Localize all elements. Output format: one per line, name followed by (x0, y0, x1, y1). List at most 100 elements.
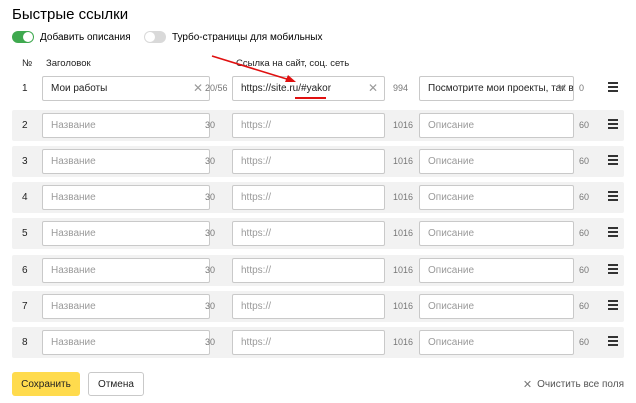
description-input[interactable]: Описание (419, 330, 574, 355)
description-placeholder: Описание (428, 337, 475, 348)
table-row: 1 Мои работы ✕ 20/56 https://site.ru/#ya… (12, 73, 624, 104)
drag-handle-icon[interactable] (608, 227, 618, 239)
description-placeholder: Описание (428, 156, 475, 167)
description-counter: 0 (579, 83, 585, 93)
drag-handle-icon[interactable] (608, 119, 618, 131)
title-input[interactable]: Название (42, 330, 210, 355)
link-input[interactable]: https:// (232, 258, 385, 283)
table-row: 8 Название 30 https:// 1016 Описание 60 (12, 327, 624, 358)
table-row: 5 Название 30 https:// 1016 Описание 60 (12, 218, 624, 249)
cancel-button[interactable]: Отмена (88, 372, 144, 396)
title-counter: 30 (205, 337, 216, 347)
close-icon: ✕ (522, 379, 533, 391)
toggle-descriptions[interactable]: Добавить описания (12, 31, 131, 43)
row-number: 3 (22, 156, 28, 167)
description-placeholder: Описание (428, 265, 475, 276)
title-placeholder: Название (51, 192, 96, 203)
description-placeholder: Описание (428, 228, 475, 239)
link-counter: 1016 (393, 228, 414, 238)
title-input[interactable]: Название (42, 221, 210, 246)
title-counter: 30 (205, 156, 216, 166)
title-counter: 30 (205, 301, 216, 311)
close-icon[interactable]: ✕ (368, 82, 378, 94)
description-input[interactable]: Описание (419, 294, 574, 319)
link-input[interactable]: https:// (232, 185, 385, 210)
title-input[interactable]: Название (42, 294, 210, 319)
title-input[interactable]: Название (42, 149, 210, 174)
table-row: 2 Название 30 https:// 1016 Описание 60 (12, 110, 624, 141)
table-row: 7 Название 30 https:// 1016 Описание 60 (12, 291, 624, 322)
title-input[interactable]: Название (42, 258, 210, 283)
annotation-underline (295, 97, 326, 99)
description-input[interactable]: Описание (419, 149, 574, 174)
toggle-turbo[interactable]: Турбо-страницы для мобильных (144, 31, 323, 43)
title-placeholder: Название (51, 156, 96, 167)
toggle-switch-off[interactable] (144, 31, 166, 43)
link-placeholder: https:// (241, 301, 272, 312)
title-placeholder: Название (51, 120, 96, 131)
drag-handle-icon[interactable] (608, 82, 618, 94)
title-input[interactable]: Название (42, 113, 210, 138)
row-number: 5 (22, 228, 28, 239)
close-icon[interactable]: ✕ (557, 82, 567, 94)
row-number: 7 (22, 301, 28, 312)
link-input[interactable]: https:// (232, 113, 385, 138)
link-placeholder: https:// (241, 192, 272, 203)
description-counter: 60 (579, 228, 590, 238)
row-number: 4 (22, 192, 28, 203)
description-input[interactable]: Описание (419, 113, 574, 138)
link-value: https://site.ru/#yakor (241, 83, 332, 94)
description-counter: 60 (579, 156, 590, 166)
title-counter: 30 (205, 265, 216, 275)
link-placeholder: https:// (241, 156, 272, 167)
link-counter: 1016 (393, 301, 414, 311)
close-icon[interactable]: ✕ (193, 82, 203, 94)
description-input[interactable]: Описание (419, 221, 574, 246)
header-num: № (22, 58, 33, 69)
link-counter: 994 (393, 83, 409, 93)
description-counter: 60 (579, 301, 590, 311)
link-counter: 1016 (393, 337, 414, 347)
title-input[interactable]: Название (42, 185, 210, 210)
title-counter: 20/56 (205, 83, 228, 93)
link-input[interactable]: https:// (232, 294, 385, 319)
title-placeholder: Название (51, 228, 96, 239)
description-placeholder: Описание (428, 192, 475, 203)
clear-all-label: Очистить все поля (537, 379, 624, 390)
link-input[interactable]: https:// (232, 330, 385, 355)
drag-handle-icon[interactable] (608, 336, 618, 348)
description-placeholder: Описание (428, 301, 475, 312)
save-button[interactable]: Сохранить (12, 372, 80, 396)
link-placeholder: https:// (241, 337, 272, 348)
clear-all-button[interactable]: ✕ Очистить все поля (523, 378, 624, 391)
toggle-switch-on[interactable] (12, 31, 34, 43)
description-input[interactable]: Описание (419, 185, 574, 210)
description-input[interactable]: Посмотрите мои проекты, так вы ✕ (419, 76, 574, 101)
table-row: 4 Название 30 https:// 1016 Описание 60 (12, 182, 624, 213)
link-counter: 1016 (393, 192, 414, 202)
description-input[interactable]: Описание (419, 258, 574, 283)
row-number: 1 (22, 83, 28, 94)
title-placeholder: Название (51, 265, 96, 276)
title-counter: 30 (205, 192, 216, 202)
table-row: 3 Название 30 https:// 1016 Описание 60 (12, 146, 624, 177)
toggle-turbo-label: Турбо-страницы для мобильных (172, 31, 323, 43)
link-counter: 1016 (393, 120, 414, 130)
link-counter: 1016 (393, 265, 414, 275)
drag-handle-icon[interactable] (608, 264, 618, 276)
header-link: Ссылка на сайт, соц. сеть (236, 58, 350, 69)
title-placeholder: Название (51, 301, 96, 312)
link-placeholder: https:// (241, 228, 272, 239)
link-input[interactable]: https:// (232, 149, 385, 174)
drag-handle-icon[interactable] (608, 300, 618, 312)
description-placeholder: Описание (428, 120, 475, 131)
title-placeholder: Название (51, 337, 96, 348)
drag-handle-icon[interactable] (608, 155, 618, 167)
link-input[interactable]: https:// (232, 221, 385, 246)
link-counter: 1016 (393, 156, 414, 166)
title-input[interactable]: Мои работы ✕ (42, 76, 210, 101)
table-row: 6 Название 30 https:// 1016 Описание 60 (12, 255, 624, 286)
title-counter: 30 (205, 228, 216, 238)
drag-handle-icon[interactable] (608, 191, 618, 203)
link-placeholder: https:// (241, 120, 272, 131)
